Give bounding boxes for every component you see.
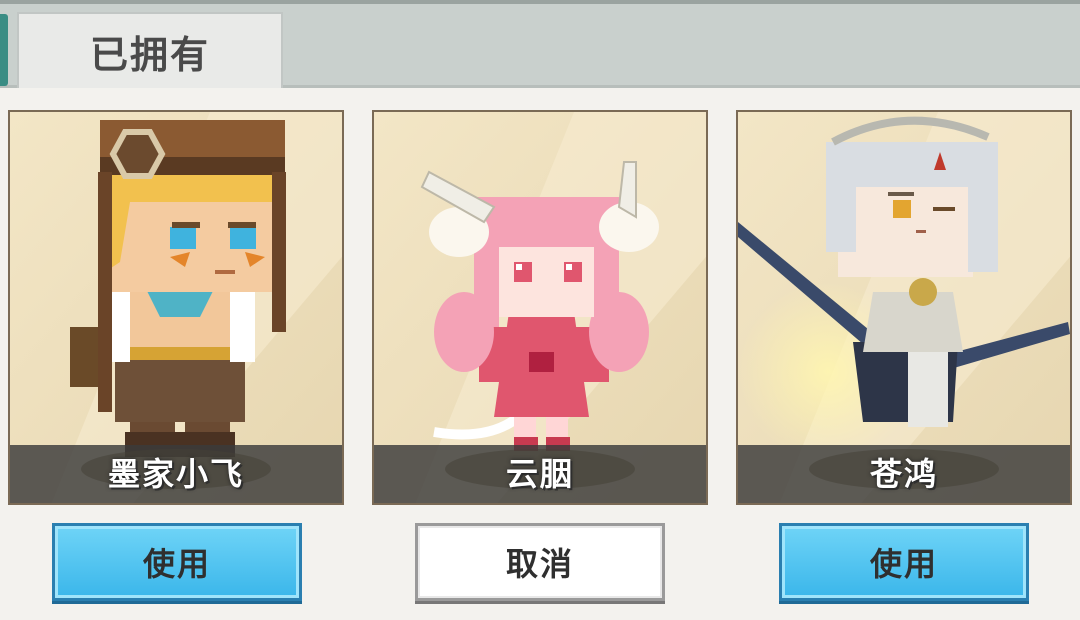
skin-name: 墨家小飞 [107,455,244,493]
top-tab-bar: 已拥有 [0,0,1080,88]
cancel-button[interactable]: 取消 [415,523,665,601]
skin-name: 云胭 [505,455,574,493]
skin-card-2[interactable]: 云胭 [372,110,708,505]
skin-name: 苍鸿 [869,455,938,493]
top-border-line [0,0,1080,4]
use-button-1[interactable]: 使用 [52,523,302,601]
use-button-3[interactable]: 使用 [779,523,1029,601]
tab-owned[interactable]: 已拥有 [17,12,283,88]
skin-card-3[interactable]: 苍鸿 [736,110,1072,505]
side-tab-indicator[interactable] [0,14,8,86]
skin-card-1[interactable]: 墨家小飞 [8,110,344,505]
